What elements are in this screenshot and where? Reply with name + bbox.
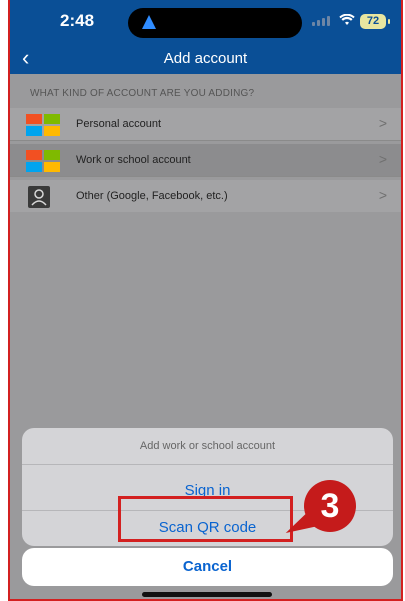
chevron-right-icon: > [378, 115, 387, 131]
section-header: WHAT KIND OF ACCOUNT ARE YOU ADDING? [30, 88, 255, 99]
account-option-personal[interactable]: Personal account > [10, 108, 401, 140]
account-option-other[interactable]: Other (Google, Facebook, etc.) > [10, 180, 401, 212]
account-option-label: Personal account [76, 118, 161, 130]
navigation-bar: ‹ Add account [10, 44, 401, 74]
cancel-button[interactable]: Cancel [22, 548, 393, 586]
dynamic-island [128, 8, 302, 38]
person-icon [28, 186, 50, 208]
account-option-label: Other (Google, Facebook, etc.) [76, 190, 228, 202]
account-option-label: Work or school account [76, 154, 191, 166]
wifi-icon [339, 13, 355, 28]
cellular-signal-icon [312, 16, 334, 26]
status-time: 2:48 [60, 11, 95, 30]
action-sheet-title: Add work or school account [139, 440, 276, 452]
highlight-box [118, 496, 293, 542]
page-title: Add account [163, 50, 248, 67]
divider [10, 140, 401, 141]
battery-icon: 72 [360, 14, 390, 29]
home-indicator [142, 592, 272, 597]
chevron-right-icon: > [378, 151, 387, 167]
step-number-badge: 3 [304, 480, 356, 532]
microsoft-logo-icon [26, 150, 60, 172]
account-option-work-school[interactable]: Work or school account > [10, 144, 401, 176]
chevron-right-icon: > [378, 187, 387, 203]
phone-screen: 2:48 72 ‹ Add account WHAT KIND OF ACCOU… [8, 0, 403, 601]
location-arrow-icon [142, 15, 156, 29]
divider [10, 176, 401, 177]
status-bar: 2:48 72 [10, 0, 401, 44]
microsoft-logo-icon [26, 114, 60, 136]
divider [22, 464, 393, 465]
